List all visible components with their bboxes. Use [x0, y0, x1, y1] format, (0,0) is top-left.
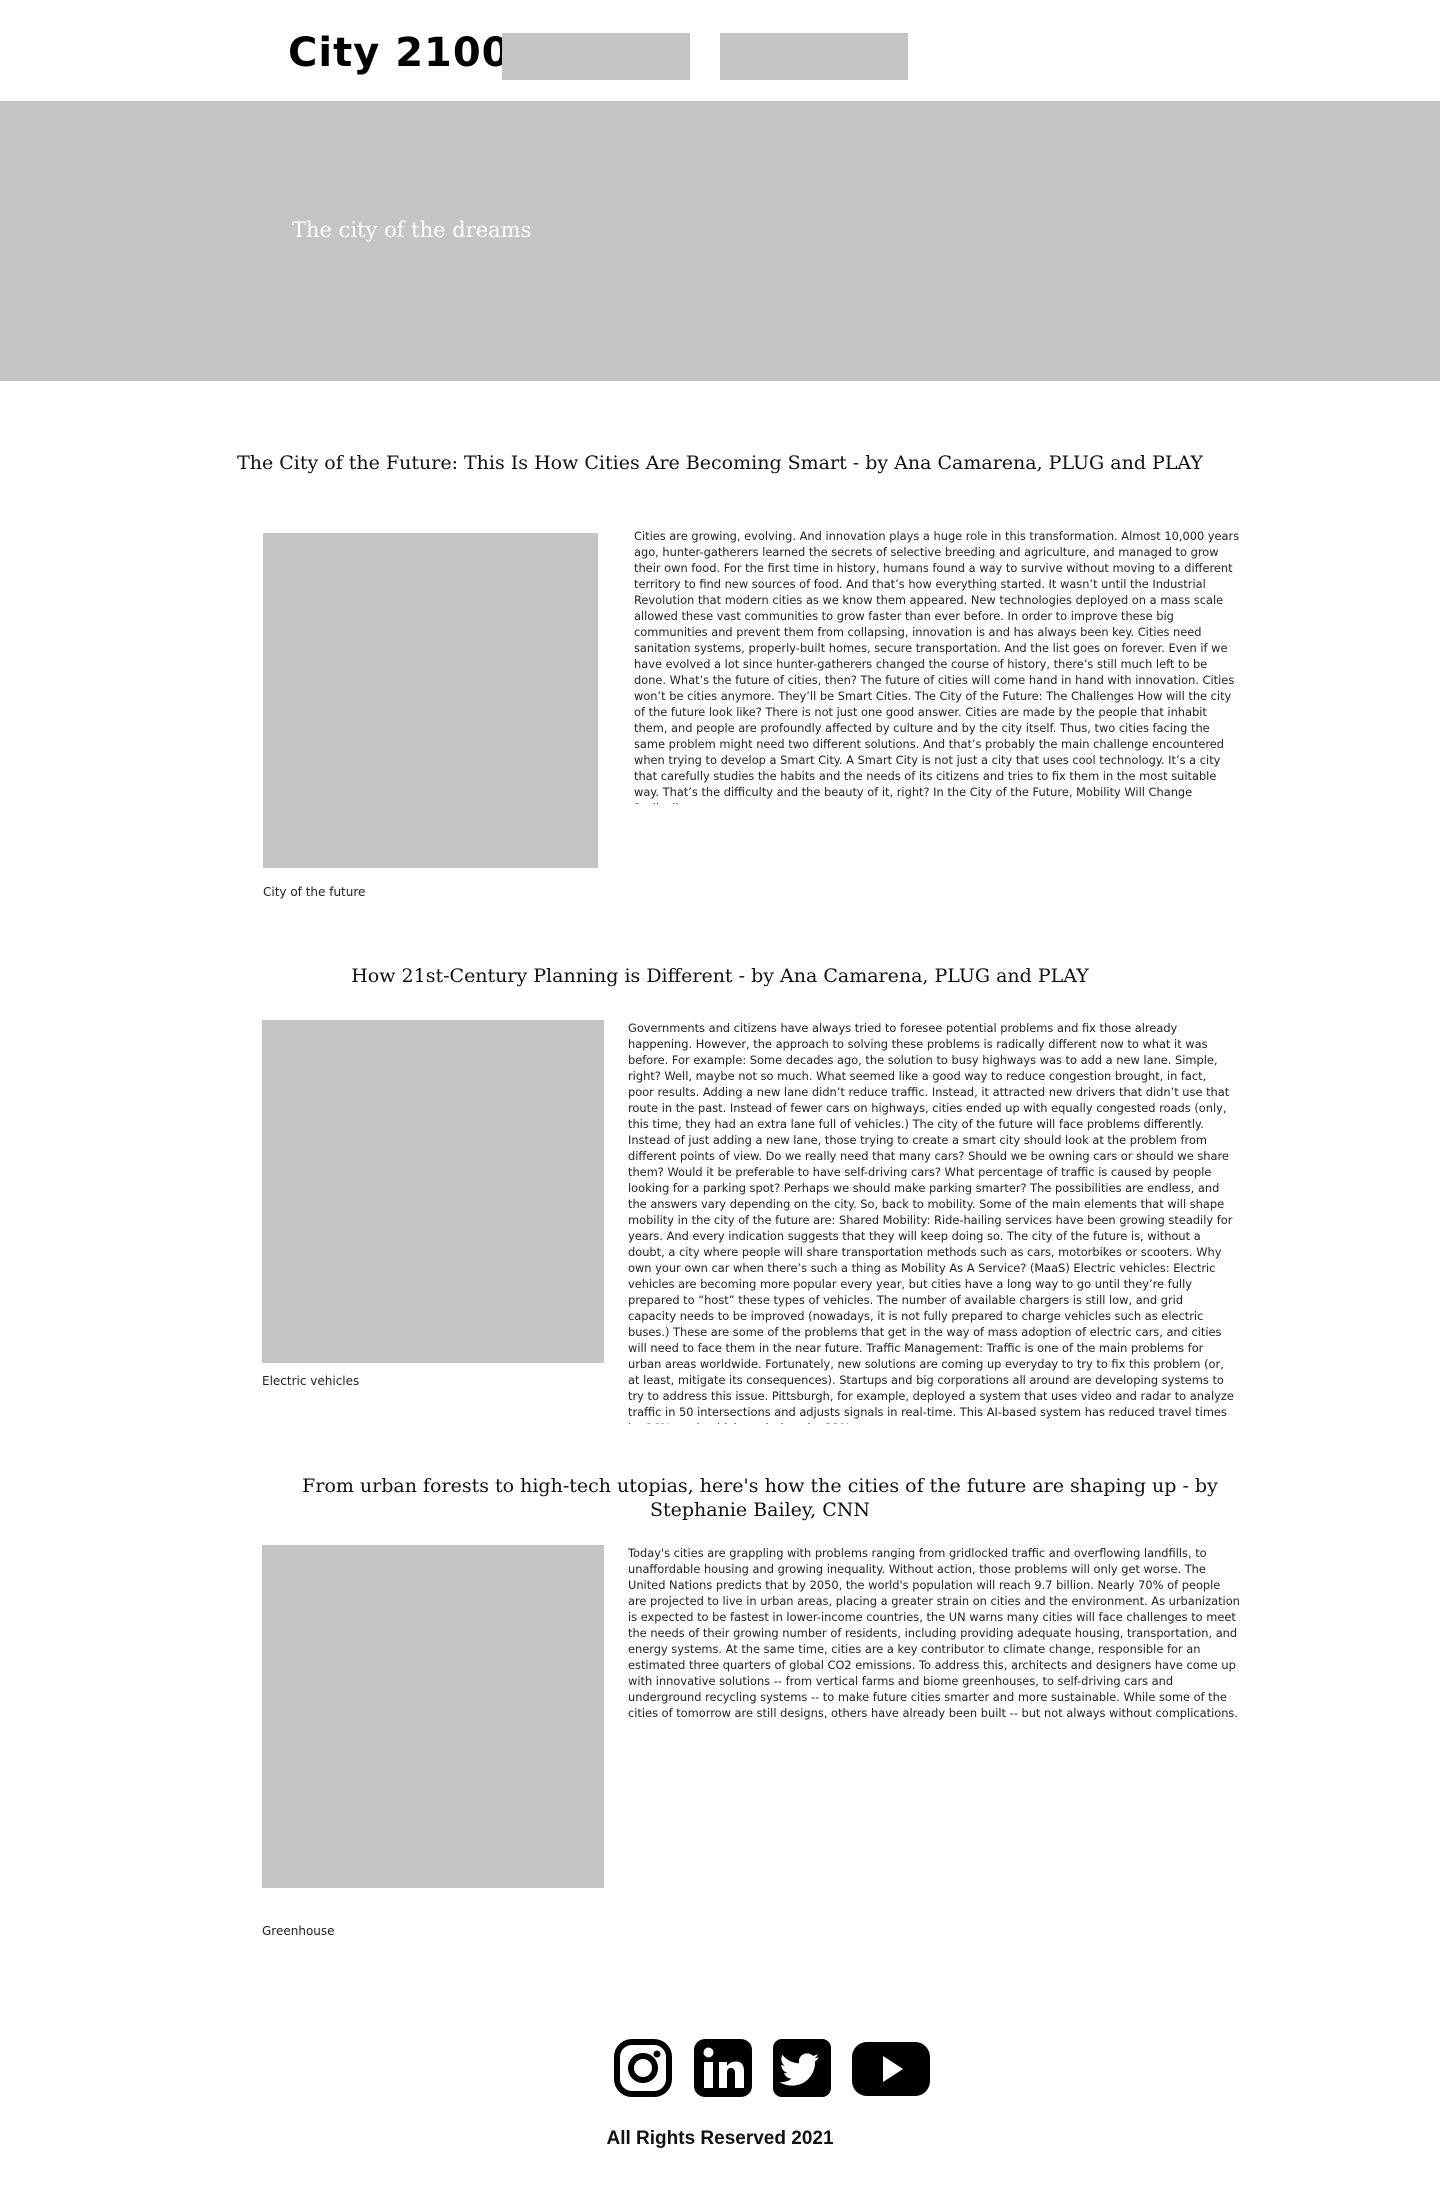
- nav-button-1[interactable]: [502, 33, 690, 80]
- nav-button-2[interactable]: [720, 33, 908, 80]
- article-3-caption: Greenhouse: [262, 1924, 335, 1938]
- article-2-image: [262, 1020, 604, 1363]
- linkedin-icon[interactable]: [693, 2038, 753, 2098]
- article-3-image: [262, 1545, 604, 1888]
- article-2-caption: Electric vehicles: [262, 1374, 360, 1388]
- article-1-caption: City of the future: [263, 885, 366, 899]
- article-1-image: [263, 533, 598, 868]
- youtube-icon[interactable]: [851, 2038, 931, 2098]
- hero-tagline: The city of the dreams: [292, 218, 532, 242]
- instagram-icon[interactable]: [614, 2038, 672, 2098]
- article-3-body: Today's cities are grappling with proble…: [628, 1546, 1240, 1720]
- site-logo[interactable]: City 2100: [288, 28, 511, 78]
- article-1-title: The City of the Future: This Is How Citi…: [237, 452, 1203, 474]
- hero-banner: [0, 101, 1440, 381]
- article-1-body: Cities are growing, evolving. And innova…: [634, 529, 1240, 804]
- twitter-icon[interactable]: [772, 2038, 832, 2098]
- footer-copyright: All Rights Reserved 2021: [606, 2128, 834, 2149]
- article-2-body: Governments and citizens have always tri…: [628, 1021, 1234, 1424]
- article-3-title: From urban forests to high-tech utopias,…: [302, 1475, 1218, 1521]
- article-2-title: How 21st-Century Planning is Different -…: [351, 965, 1089, 987]
